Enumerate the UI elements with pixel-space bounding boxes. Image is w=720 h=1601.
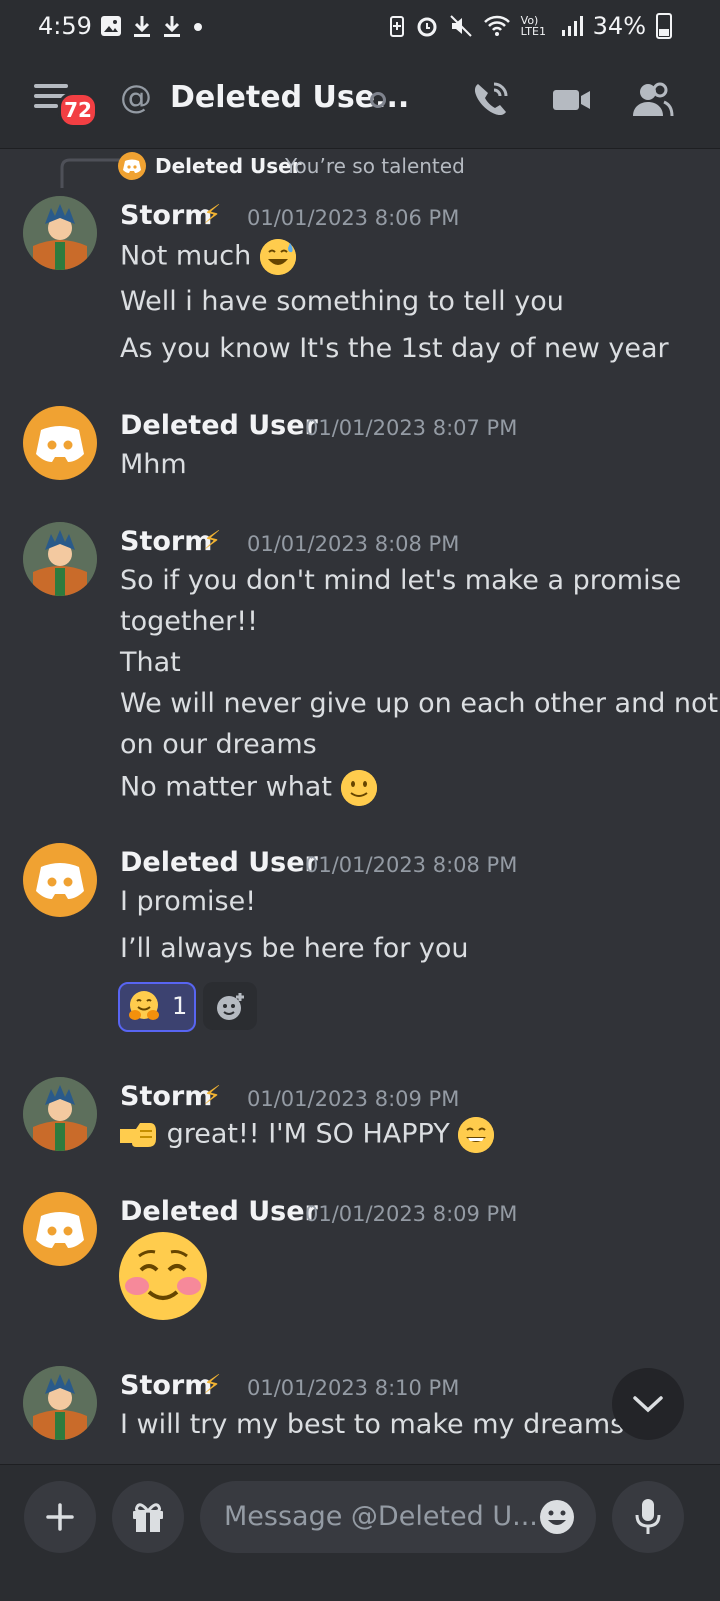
signal-icon — [561, 16, 583, 36]
avatar[interactable] — [23, 843, 97, 917]
attach-button[interactable] — [24, 1481, 96, 1553]
blush-emoji-icon — [119, 1232, 207, 1320]
message-input-placeholder: Message @Deleted U... — [224, 1501, 538, 1532]
timestamp: 01/01/2023 8:08 PM — [247, 532, 460, 556]
author-name[interactable]: Storm — [120, 1081, 212, 1112]
avatar[interactable] — [23, 406, 97, 480]
at-icon: @ — [120, 78, 152, 116]
reply-connector — [60, 158, 120, 188]
status-bar: 4:59 Vo) LTE1 34% — [0, 0, 720, 56]
status-notification-icons — [100, 14, 204, 38]
avatar[interactable] — [23, 1192, 97, 1266]
lightning-icon: ⚡ — [203, 1081, 222, 1111]
message-text: together!! — [120, 606, 258, 637]
lightning-icon: ⚡ — [203, 526, 222, 556]
avatar[interactable] — [23, 522, 97, 596]
message-text: We will never give up on each other and … — [120, 688, 719, 719]
message-text: No matter what — [120, 771, 332, 803]
message-text: As you know It's the 1st day of new year — [120, 333, 669, 364]
grin-emoji-icon — [458, 1117, 495, 1153]
microphone-icon — [635, 1499, 661, 1534]
alarm-icon — [417, 17, 437, 37]
message-composer: Message @Deleted U... — [0, 1464, 720, 1601]
dot-icon — [194, 23, 202, 31]
message-text: on our dreams — [120, 729, 317, 760]
message-text: great!! I'M SO HAPPY — [166, 1118, 450, 1150]
reaction-hug[interactable]: 1 — [118, 982, 196, 1032]
battery-percent: 34% — [592, 12, 646, 40]
network-label: Vo) LTE1 — [520, 14, 546, 38]
timestamp: 01/01/2023 8:07 PM — [305, 416, 518, 440]
author-name[interactable]: Deleted User — [120, 847, 318, 878]
timestamp: 01/01/2023 8:10 PM — [247, 1376, 460, 1400]
voice-call-icon[interactable] — [468, 78, 512, 122]
gift-button[interactable] — [112, 1481, 184, 1553]
chevron-down-icon — [633, 1396, 663, 1413]
status-time: 4:59 — [38, 12, 92, 40]
message-text: Not much — [120, 240, 252, 272]
gallery-icon — [101, 16, 121, 36]
message-text: Well i have something to tell you — [120, 286, 564, 317]
author-name[interactable]: Storm — [120, 526, 212, 557]
message-text: So if you don't mind let's make a promis… — [120, 565, 682, 596]
message-text: I promise! — [120, 886, 257, 917]
message-text: Mhm — [120, 449, 187, 480]
author-name[interactable]: Deleted User — [120, 410, 318, 441]
discord-icon — [36, 1212, 84, 1248]
voice-message-button[interactable] — [612, 1481, 684, 1553]
members-icon[interactable] — [630, 78, 674, 122]
battery-icon — [656, 13, 672, 39]
discord-icon — [123, 159, 141, 173]
timestamp: 01/01/2023 8:08 PM — [305, 853, 518, 877]
channel-header: 72 @ Deleted Use... — [0, 56, 720, 149]
wifi-icon — [483, 15, 510, 36]
hugging-emoji-icon — [129, 991, 159, 1020]
slight-smile-emoji-icon — [340, 770, 377, 806]
reaction-count: 1 — [172, 992, 188, 1020]
reply-text: You’re so talented — [285, 154, 465, 178]
unread-badge: 72 — [58, 92, 98, 128]
add-reaction-button[interactable] — [203, 982, 257, 1030]
timestamp: 01/01/2023 8:09 PM — [247, 1087, 460, 1111]
message-text: That — [120, 647, 181, 678]
avatar[interactable] — [23, 196, 97, 270]
author-name[interactable]: Deleted User — [120, 1196, 318, 1227]
mute-icon — [449, 15, 472, 37]
reply-avatar — [118, 152, 146, 180]
lightning-icon: ⚡ — [203, 1370, 222, 1400]
sweat-smile-emoji-icon — [259, 239, 296, 275]
timestamp: 01/01/2023 8:09 PM — [305, 1202, 518, 1226]
video-call-icon[interactable] — [550, 78, 594, 122]
discord-icon — [36, 863, 84, 899]
reply-author: Deleted User — [155, 154, 302, 178]
status-system-icons: Vo) LTE1 34% — [389, 12, 672, 40]
message-text: I will try my best to make my dreams co — [120, 1409, 665, 1440]
message-input[interactable]: Message @Deleted U... — [200, 1481, 596, 1553]
emoji-picker-icon[interactable] — [538, 1498, 576, 1536]
avatar[interactable] — [23, 1077, 97, 1151]
author-name[interactable]: Storm — [120, 1370, 212, 1401]
plus-icon — [46, 1503, 74, 1531]
timestamp: 01/01/2023 8:06 PM — [247, 206, 460, 230]
download-icon — [134, 16, 150, 37]
battery-saver-icon — [389, 16, 404, 37]
message-list[interactable]: Deleted User You’re so talented Storm ⚡ … — [0, 148, 720, 1464]
offline-status-icon — [370, 92, 386, 108]
add-reaction-icon — [217, 993, 244, 1020]
discord-icon — [36, 426, 84, 462]
fist-bump-emoji-icon — [120, 1123, 156, 1147]
avatar[interactable] — [23, 1366, 97, 1440]
jump-to-bottom-button[interactable] — [612, 1368, 684, 1440]
lightning-icon: ⚡ — [203, 200, 222, 230]
message-text: I’ll always be here for you — [120, 933, 469, 964]
gift-icon — [133, 1503, 163, 1532]
author-name[interactable]: Storm — [120, 200, 212, 231]
download-icon — [164, 16, 180, 37]
